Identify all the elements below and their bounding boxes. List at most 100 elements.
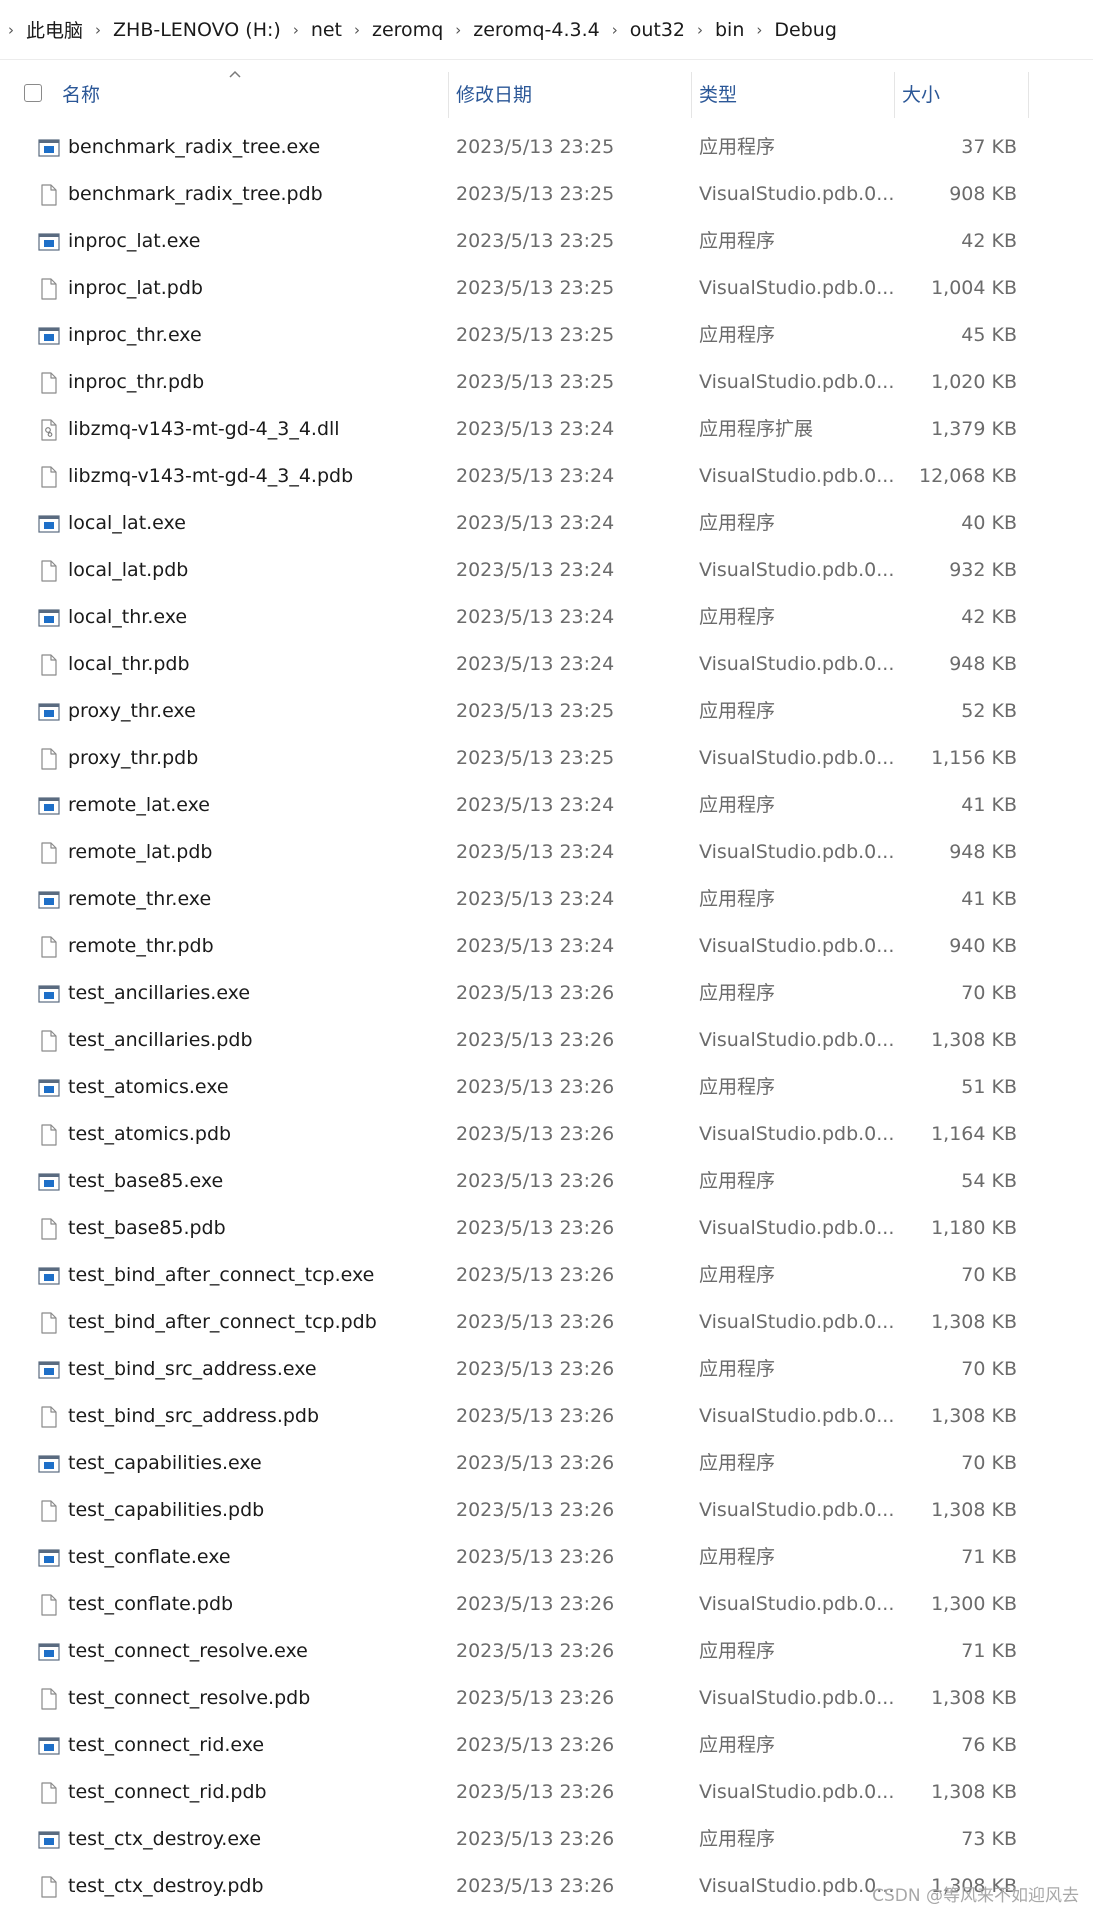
column-divider[interactable]	[1028, 72, 1029, 118]
file-row[interactable]: test_bind_after_connect_tcp.pdb 2023/5/13…	[0, 1299, 1093, 1346]
chevron-right-icon[interactable]: ›	[89, 21, 107, 39]
file-row[interactable]: benchmark_radix_tree.pdb 2023/5/13 23:25 V…	[0, 171, 1093, 218]
file-name[interactable]: inproc_lat.pdb	[68, 265, 203, 312]
file-row[interactable]: remote_lat.pdb 2023/5/13 23:24 VisualStudi…	[0, 829, 1093, 876]
file-name[interactable]: inproc_lat.exe	[68, 218, 200, 265]
file-name[interactable]: test_connect_resolve.pdb	[68, 1675, 310, 1722]
file-row[interactable]: test_ancillaries.pdb 2023/5/13 23:26 Visua…	[0, 1017, 1093, 1064]
column-divider[interactable]	[691, 72, 692, 118]
file-name[interactable]: proxy_thr.exe	[68, 688, 196, 735]
file-row[interactable]: remote_thr.exe 2023/5/13 23:24 应用程序 41 KB	[0, 876, 1093, 923]
file-row[interactable]: test_conflate.exe 2023/5/13 23:26 应用程序 71 K…	[0, 1534, 1093, 1581]
file-row[interactable]: local_thr.exe 2023/5/13 23:24 应用程序 42 KB	[0, 594, 1093, 641]
file-name[interactable]: test_connect_rid.pdb	[68, 1769, 267, 1816]
file-row[interactable]: proxy_thr.pdb 2023/5/13 23:25 VisualStudio…	[0, 735, 1093, 782]
file-name[interactable]: proxy_thr.pdb	[68, 735, 198, 782]
file-name[interactable]: local_thr.exe	[68, 594, 187, 641]
file-row[interactable]: test_bind_src_address.pdb 2023/5/13 23:26…	[0, 1393, 1093, 1440]
file-row[interactable]: test_base85.exe 2023/5/13 23:26 应用程序 54 KB	[0, 1158, 1093, 1205]
file-row[interactable]: inproc_lat.exe 2023/5/13 23:25 应用程序 42 KB	[0, 218, 1093, 265]
file-name[interactable]: benchmark_radix_tree.pdb	[68, 171, 323, 218]
column-divider[interactable]	[448, 72, 449, 118]
file-name[interactable]: test_base85.exe	[68, 1158, 223, 1205]
file-name[interactable]: test_bind_src_address.pdb	[68, 1393, 319, 1440]
chevron-right-icon[interactable]: ›	[449, 21, 467, 39]
chevron-right-icon[interactable]: ›	[750, 21, 768, 39]
file-row[interactable]: local_thr.pdb 2023/5/13 23:24 VisualStudio…	[0, 641, 1093, 688]
column-header-size[interactable]: 大小	[902, 62, 1022, 124]
file-row[interactable]: local_lat.exe 2023/5/13 23:24 应用程序 40 KB	[0, 500, 1093, 547]
breadcrumb-item[interactable]: bin	[715, 19, 744, 41]
file-row[interactable]: test_connect_resolve.pdb 2023/5/13 23:26 V…	[0, 1675, 1093, 1722]
file-row[interactable]: test_connect_rid.exe 2023/5/13 23:26 应用程序 7…	[0, 1722, 1093, 1769]
file-name[interactable]: test_base85.pdb	[68, 1205, 226, 1252]
file-name[interactable]: test_atomics.pdb	[68, 1111, 231, 1158]
breadcrumb-item[interactable]: ZHB-LENOVO (H:)	[113, 19, 281, 41]
file-row[interactable]: remote_thr.pdb 2023/5/13 23:24 VisualStudi…	[0, 923, 1093, 970]
column-header-date[interactable]: 修改日期	[456, 62, 691, 124]
file-row[interactable]: test_atomics.exe 2023/5/13 23:26 应用程序 51 KB	[0, 1064, 1093, 1111]
file-name[interactable]: test_ctx_destroy.pdb	[68, 1863, 264, 1910]
file-name[interactable]: test_connect_resolve.exe	[68, 1628, 308, 1675]
chevron-right-icon[interactable]: ›	[691, 21, 709, 39]
file-row[interactable]: test_ancillaries.exe 2023/5/13 23:26 应用程序 7…	[0, 970, 1093, 1017]
file-name[interactable]: test_ancillaries.exe	[68, 970, 250, 1017]
file-name[interactable]: test_conflate.exe	[68, 1534, 231, 1581]
file-name[interactable]: test_ancillaries.pdb	[68, 1017, 253, 1064]
file-row[interactable]: benchmark_radix_tree.exe 2023/5/13 23:25 应…	[0, 124, 1093, 171]
file-row[interactable]: test_capabilities.exe 2023/5/13 23:26 应用程序…	[0, 1440, 1093, 1487]
file-name[interactable]: local_lat.exe	[68, 500, 186, 547]
file-name[interactable]: inproc_thr.pdb	[68, 359, 204, 406]
file-row[interactable]: test_conflate.pdb 2023/5/13 23:26 VisualSt…	[0, 1581, 1093, 1628]
file-name[interactable]: test_capabilities.pdb	[68, 1487, 264, 1534]
chevron-right-icon[interactable]: ›	[287, 21, 305, 39]
file-row[interactable]: libzmq-v143-mt-gd-4_3_4.dll 2023/5/13 23:…	[0, 406, 1093, 453]
file-row[interactable]: remote_lat.exe 2023/5/13 23:24 应用程序 41 KB	[0, 782, 1093, 829]
file-name[interactable]: remote_lat.pdb	[68, 829, 212, 876]
file-name[interactable]: test_bind_src_address.exe	[68, 1346, 317, 1393]
file-name[interactable]: test_atomics.exe	[68, 1064, 229, 1111]
file-name[interactable]: remote_lat.exe	[68, 782, 210, 829]
file-name[interactable]: libzmq-v143-mt-gd-4_3_4.pdb	[68, 453, 353, 500]
breadcrumb-item[interactable]: net	[311, 19, 342, 41]
select-all-checkbox[interactable]	[24, 84, 42, 102]
file-row[interactable]: test_bind_src_address.exe 2023/5/13 23:26…	[0, 1346, 1093, 1393]
column-divider[interactable]	[894, 72, 895, 118]
file-row[interactable]: test_connect_resolve.exe 2023/5/13 23:26 应…	[0, 1628, 1093, 1675]
file-row[interactable]: libzmq-v143-mt-gd-4_3_4.pdb 2023/5/13 23:…	[0, 453, 1093, 500]
column-header-type[interactable]: 类型	[699, 62, 894, 124]
file-name[interactable]: local_thr.pdb	[68, 641, 190, 688]
file-row[interactable]: test_ctx_destroy.exe 2023/5/13 23:26 应用程序 7…	[0, 1816, 1093, 1863]
breadcrumb-item[interactable]: out32	[630, 19, 685, 41]
chevron-right-icon[interactable]: ›	[2, 21, 20, 39]
breadcrumb-item[interactable]: zeromq	[372, 19, 443, 41]
file-name[interactable]: libzmq-v143-mt-gd-4_3_4.dll	[68, 406, 340, 453]
file-name[interactable]: test_bind_after_connect_tcp.pdb	[68, 1299, 377, 1346]
file-row[interactable]: inproc_thr.pdb 2023/5/13 23:25 VisualStudi…	[0, 359, 1093, 406]
file-name[interactable]: test_capabilities.exe	[68, 1440, 262, 1487]
file-row[interactable]: test_bind_after_connect_tcp.exe 2023/5/13…	[0, 1252, 1093, 1299]
breadcrumb-item[interactable]: 此电脑	[26, 16, 83, 43]
breadcrumb-item[interactable]: zeromq-4.3.4	[473, 19, 599, 41]
file-name[interactable]: local_lat.pdb	[68, 547, 188, 594]
file-row[interactable]: test_capabilities.pdb 2023/5/13 23:26 Visu…	[0, 1487, 1093, 1534]
file-name[interactable]: remote_thr.pdb	[68, 923, 214, 970]
chevron-right-icon[interactable]: ›	[348, 21, 366, 39]
file-row[interactable]: test_atomics.pdb 2023/5/13 23:26 VisualStu…	[0, 1111, 1093, 1158]
chevron-right-icon[interactable]: ›	[606, 21, 624, 39]
file-row[interactable]: local_lat.pdb 2023/5/13 23:24 VisualStudio…	[0, 547, 1093, 594]
file-name[interactable]: test_conflate.pdb	[68, 1581, 233, 1628]
breadcrumb-item[interactable]: Debug	[774, 19, 836, 41]
file-row[interactable]: test_base85.pdb 2023/5/13 23:26 VisualStud…	[0, 1205, 1093, 1252]
file-name[interactable]: inproc_thr.exe	[68, 312, 202, 359]
file-name[interactable]: test_bind_after_connect_tcp.exe	[68, 1252, 374, 1299]
file-row[interactable]: proxy_thr.exe 2023/5/13 23:25 应用程序 52 KB	[0, 688, 1093, 735]
file-name[interactable]: test_ctx_destroy.exe	[68, 1816, 261, 1863]
file-row[interactable]: test_connect_rid.pdb 2023/5/13 23:26 Visua…	[0, 1769, 1093, 1816]
file-row[interactable]: inproc_lat.pdb 2023/5/13 23:25 VisualStudi…	[0, 265, 1093, 312]
file-name[interactable]: test_connect_rid.exe	[68, 1722, 264, 1769]
file-name[interactable]: benchmark_radix_tree.exe	[68, 124, 320, 171]
file-name[interactable]: remote_thr.exe	[68, 876, 211, 923]
column-header-name[interactable]: 名称	[62, 62, 448, 124]
file-row[interactable]: inproc_thr.exe 2023/5/13 23:25 应用程序 45 KB	[0, 312, 1093, 359]
